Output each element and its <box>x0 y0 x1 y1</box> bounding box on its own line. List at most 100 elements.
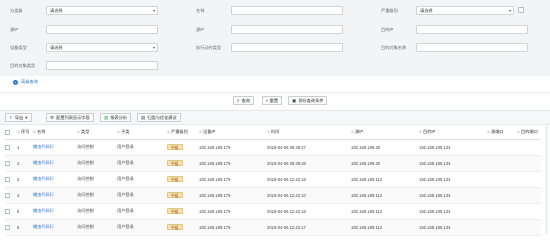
header-label: 名称 <box>37 129 46 135</box>
config-columns-button[interactable]: ⚙ 配置列表显示字段 <box>46 113 94 122</box>
table-row[interactable]: 2 蠕虫代码行 访问控制 用户登录 中级 192.168.199.179 201… <box>5 155 541 172</box>
cell-device-ip: 192.168.199.179 <box>199 171 267 188</box>
cell-time: 2018-04-06 09:39:27 <box>267 139 351 156</box>
cell-name[interactable]: 蠕虫代码行 <box>33 203 77 220</box>
header-src-port[interactable]: ⇅源端口 <box>487 126 517 140</box>
cell-name[interactable]: 蠕虫代码行 <box>33 155 77 172</box>
header-src-ip[interactable]: ⇅源IP <box>351 126 419 140</box>
device-type-select-value: 请选择 <box>50 45 63 50</box>
cell-severity: 中级 <box>167 219 199 236</box>
row-checkbox-cell[interactable] <box>5 203 17 220</box>
dst-object-name-input[interactable] <box>416 43 528 52</box>
sort-icon: ⇅ <box>117 130 121 135</box>
chevron-down-icon: ▾ <box>508 8 511 13</box>
filter-label-dst-ip: 目的IP <box>381 27 394 32</box>
cell-type: 访问控制 <box>77 219 117 236</box>
cell-dst-ip: 192.168.199.134 <box>419 155 487 172</box>
query-button-label: 查询 <box>241 97 250 103</box>
row-checkbox[interactable] <box>5 144 10 150</box>
header-no[interactable]: ⇅序号 <box>17 126 33 140</box>
table-row[interactable]: 6 蠕虫代码行 访问控制 用户登录 中级 192.168.199.179 201… <box>5 219 541 236</box>
src-ip-input[interactable] <box>46 25 158 34</box>
header-dst-port[interactable]: ⇅目的端口 <box>517 126 541 140</box>
header-name[interactable]: ⇅名称 <box>33 126 77 140</box>
cell-name[interactable]: 蠕虫代码行 <box>33 171 77 188</box>
divider <box>0 92 550 93</box>
chevron-down-icon: ▾ <box>152 45 155 50</box>
header-label: 严重级别 <box>171 129 188 135</box>
cell-no: 4 <box>17 187 33 204</box>
table-row[interactable]: 1 蠕虫代码行 访问控制 用户登录 中级 192.168.199.179 201… <box>5 139 541 156</box>
cell-name[interactable]: 蠕虫代码行 <box>33 187 77 204</box>
filter-panel: 分类级 请选择 ▾ 名称 严重级别 请选择 ▾ 源IP 源IP 目的IP 设备类… <box>0 0 550 76</box>
name-input[interactable] <box>231 6 343 15</box>
table-row[interactable]: 4 蠕虫代码行 访问控制 用户登录 中级 192.168.199.179 201… <box>5 187 541 204</box>
cell-time: 2018-04-06 12:42:17 <box>267 219 351 236</box>
device-type-select[interactable]: 请选择 ▾ <box>46 43 158 52</box>
query-button[interactable]: ⌕ 查询 <box>233 96 254 105</box>
cell-subtype: 用户登录 <box>117 139 167 156</box>
select-all-checkbox[interactable] <box>5 129 10 135</box>
sort-icon: ⇅ <box>487 130 491 135</box>
action-type-input[interactable] <box>231 43 343 52</box>
export-button[interactable]: ⇪ 导出 ▾ <box>5 113 32 122</box>
cell-src-port <box>487 203 517 220</box>
severity-checkbox[interactable] <box>518 7 524 13</box>
src-ip-input-2[interactable] <box>231 25 343 34</box>
cell-dst-port <box>517 171 541 188</box>
row-checkbox-cell[interactable] <box>5 187 17 204</box>
save-query-button[interactable]: ▣ 保存查询条件 <box>288 96 328 105</box>
row-checkbox-cell[interactable] <box>5 219 17 236</box>
header-label: 设备IP <box>203 129 216 135</box>
severity-select[interactable]: 请选择 ▾ <box>416 6 514 15</box>
cell-time: 2018-04-06 09:39:26 <box>267 155 351 172</box>
header-type[interactable]: ⇅类型 <box>77 126 117 140</box>
header-label: 源IP <box>355 129 364 135</box>
cell-type: 访问控制 <box>77 203 117 220</box>
reset-button[interactable]: ▪ 重置 <box>262 96 283 105</box>
cell-dst-ip: 192.168.199.134 <box>419 139 487 156</box>
row-checkbox[interactable] <box>5 192 10 198</box>
table-scrollbar[interactable] <box>545 126 548 234</box>
row-checkbox[interactable] <box>5 208 10 214</box>
row-checkbox-cell[interactable] <box>5 139 17 156</box>
filter-label-src-ip: 源IP <box>10 27 19 32</box>
header-select-all[interactable] <box>5 126 17 140</box>
filter-label-severity: 严重级别 <box>381 8 398 13</box>
severity-select-value: 请选择 <box>420 8 433 13</box>
row-checkbox-cell[interactable] <box>5 171 17 188</box>
dst-object-type-input[interactable] <box>46 61 158 70</box>
dst-ip-input[interactable] <box>416 25 528 34</box>
report-button-label: 报表分析 <box>110 114 128 120</box>
filter-label-name: 名称 <box>196 8 205 13</box>
cell-name[interactable]: 蠕虫代码行 <box>33 219 77 236</box>
header-subtype[interactable]: ⇅子类 <box>117 126 167 140</box>
header-time[interactable]: ⇅时间 <box>267 126 351 140</box>
table-row[interactable]: 5 蠕虫代码行 访问控制 用户登录 中级 192.168.199.179 201… <box>5 203 541 220</box>
header-label: 类型 <box>81 129 90 135</box>
sort-icon: ⇅ <box>17 130 21 135</box>
plus-circle-icon: + <box>13 79 18 85</box>
row-checkbox[interactable] <box>5 176 10 182</box>
cell-src-ip: 192.168.199.112 <box>351 171 419 188</box>
table-row[interactable]: 3 蠕虫代码行 访问控制 用户登录 中级 192.168.199.179 201… <box>5 171 541 188</box>
report-button[interactable]: ▥ 报表分析 <box>100 113 132 122</box>
header-label: 序号 <box>21 129 30 135</box>
header-severity[interactable]: ⇅严重级别 <box>167 126 199 140</box>
cell-name[interactable]: 蠕虫代码行 <box>33 139 77 156</box>
cell-device-ip: 192.168.199.179 <box>199 155 267 172</box>
header-label: 时间 <box>271 129 280 135</box>
cell-device-ip: 192.168.199.179 <box>199 187 267 204</box>
suggest-button[interactable]: ▤ 归类与优化建议 <box>137 113 181 122</box>
table-header-row: ⇅序号 ⇅名称 ⇅类型 ⇅子类 ⇅严重级别 ⇅设备IP ⇅时间 ⇅源IP ⇅目的… <box>5 126 541 140</box>
cell-time: 2018-04-06 12:42:10 <box>267 187 351 204</box>
advanced-query-link[interactable]: + 高级查询 <box>13 79 38 85</box>
cell-src-port <box>487 139 517 156</box>
header-device-ip[interactable]: ⇅设备IP <box>199 126 267 140</box>
header-dst-ip[interactable]: ⇅目的IP <box>419 126 487 140</box>
row-checkbox[interactable] <box>5 160 10 166</box>
severity-badge: 中级 <box>167 160 183 166</box>
category-select[interactable]: 请选择 ▾ <box>46 6 158 15</box>
row-checkbox[interactable] <box>5 224 10 230</box>
row-checkbox-cell[interactable] <box>5 155 17 172</box>
